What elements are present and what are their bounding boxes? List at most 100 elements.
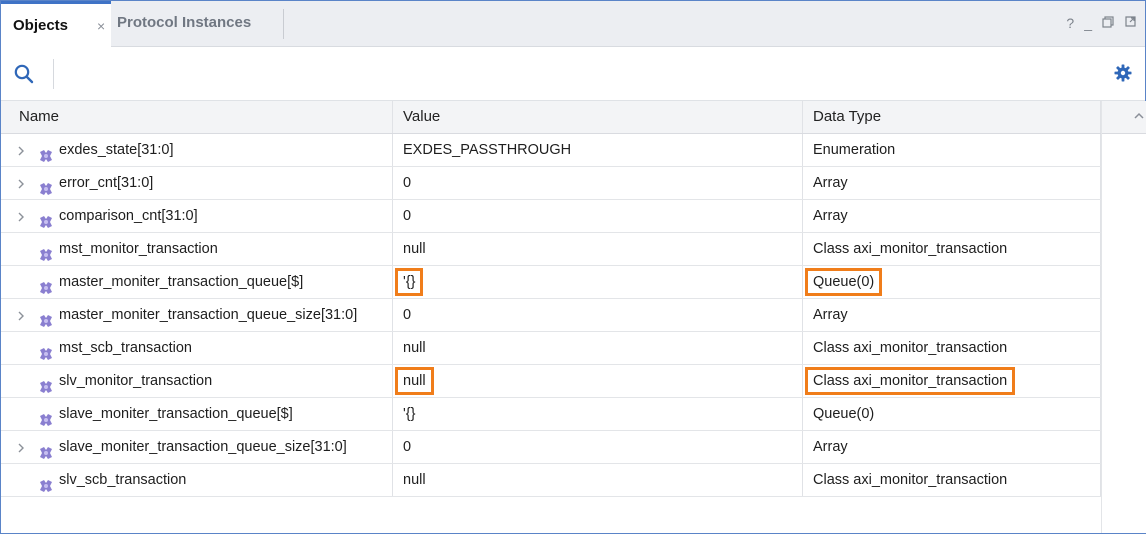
value-cell: 0 [393,299,803,331]
table-row[interactable]: slave_moniter_transaction_queue[$] '{} Que… [1,398,1101,431]
objects-table: Name Value Data Type exdes_state[31:0] EX… [1,101,1101,497]
chevron-right-icon[interactable] [17,299,25,331]
object-icon [39,176,53,195]
search-icon[interactable] [13,63,37,87]
value-cell: null [393,464,803,496]
data-type-cell: Array [803,167,1101,199]
table-row[interactable]: mst_scb_transaction null Class axi_monitor… [1,332,1101,365]
tab-divider [283,9,284,39]
data-type-cell: Array [803,200,1101,232]
table-row[interactable]: master_moniter_transaction_queue_size[31… [1,299,1101,332]
object-value: 0 [403,208,412,224]
object-data-type: Array [813,208,848,224]
object-value: 0 [403,439,412,455]
object-data-type: Array [813,175,848,191]
table-row[interactable]: master_moniter_transaction_queue[$] '{} Qu… [1,266,1101,299]
minimize-icon[interactable]: _ [1084,15,1092,31]
table-row[interactable]: mst_monitor_transaction null Class axi_mon… [1,233,1101,266]
value-cell: 0 [393,431,803,463]
object-name: comparison_cnt[31:0] [59,208,198,224]
object-name: master_moniter_transaction_queue_size[31… [59,307,358,323]
data-type-cell: Array [803,299,1101,331]
object-data-type: Queue(0) [813,406,875,422]
name-cell: slave_moniter_transaction_queue[$] [1,398,393,430]
chevron-right-icon[interactable] [17,167,25,199]
column-header-name[interactable]: Name [1,101,393,133]
object-icon [39,473,53,492]
chevron-right-icon[interactable] [17,431,25,463]
object-name: master_moniter_transaction_queue[$] [59,274,304,290]
name-cell: mst_scb_transaction [1,332,393,364]
object-value: '{} [403,406,416,422]
gear-icon[interactable] [1113,63,1135,85]
object-data-type: Enumeration [813,142,896,158]
object-data-type: Class axi_monitor_transaction [804,367,1016,395]
table-row[interactable]: slv_scb_transaction null Class axi_monitor… [1,464,1101,497]
object-icon [39,374,53,393]
toolbar-divider [53,59,54,89]
chevron-right-icon[interactable] [17,134,25,166]
object-value: EXDES_PASSTHROUGH [403,142,572,158]
table-row[interactable]: comparison_cnt[31:0] 0 Array [1,200,1101,233]
restore-icon[interactable] [1102,15,1114,31]
table-body: exdes_state[31:0] EXDES_PASSTHROUGH Enumer… [1,134,1101,497]
column-header-value[interactable]: Value [393,101,803,133]
value-cell: null [393,365,803,397]
close-icon[interactable]: × [97,18,105,34]
object-data-type: Class axi_monitor_transaction [813,472,1008,488]
object-value: '{} [394,268,424,296]
data-type-cell: Queue(0) [803,266,1101,298]
data-type-cell: Enumeration [803,134,1101,166]
value-cell: 0 [393,200,803,232]
object-icon [39,308,53,327]
object-icon [39,242,53,261]
table-row[interactable]: error_cnt[31:0] 0 Array [1,167,1101,200]
table-row[interactable]: exdes_state[31:0] EXDES_PASSTHROUGH Enumer… [1,134,1101,167]
toolbar [1,47,1145,101]
object-name: mst_monitor_transaction [59,241,218,257]
tab-bar: Objects × Protocol Instances ? _ [1,1,1145,47]
objects-window: Objects × Protocol Instances ? _ Name Va… [0,0,1146,534]
object-name: mst_scb_transaction [59,340,192,356]
name-cell: master_moniter_transaction_queue[$] [1,266,393,298]
name-cell: mst_monitor_transaction [1,233,393,265]
object-icon [39,209,53,228]
data-type-cell: Class axi_monitor_transaction [803,365,1101,397]
object-value: null [395,367,434,395]
table-header: Name Value Data Type [1,101,1101,134]
object-data-type: Queue(0) [804,268,883,296]
object-data-type: Array [813,439,848,455]
float-icon[interactable] [1124,15,1137,31]
object-name: slv_scb_transaction [59,472,187,488]
tab-objects[interactable]: Objects × [1,1,111,47]
value-cell: null [393,332,803,364]
object-value: null [403,340,426,356]
tab-protocol-instances[interactable]: Protocol Instances [117,14,251,31]
object-icon [39,143,53,162]
column-header-data-type[interactable]: Data Type [803,101,1101,133]
help-icon[interactable]: ? [1066,15,1074,31]
vertical-scrollbar[interactable] [1101,101,1146,533]
object-icon [39,440,53,459]
object-value: null [403,472,426,488]
scroll-up-icon[interactable] [1134,109,1144,123]
object-data-type: Class axi_monitor_transaction [813,340,1008,356]
table-row[interactable]: slv_monitor_transaction null Class axi_mon… [1,365,1101,398]
object-value: 0 [403,307,412,323]
name-cell: slave_moniter_transaction_queue_size[31:… [1,431,393,463]
table-row[interactable]: slave_moniter_transaction_queue_size[31:… [1,431,1101,464]
object-icon [39,341,53,360]
value-cell: '{} [393,398,803,430]
name-cell: master_moniter_transaction_queue_size[31… [1,299,393,331]
value-cell: EXDES_PASSTHROUGH [393,134,803,166]
object-icon [39,275,53,294]
data-type-cell: Queue(0) [803,398,1101,430]
tab-objects-label: Objects [13,17,69,34]
object-name: exdes_state[31:0] [59,142,174,158]
chevron-right-icon[interactable] [17,200,25,232]
object-value: 0 [403,175,412,191]
object-name: slave_moniter_transaction_queue[$] [59,406,293,422]
data-type-cell: Class axi_monitor_transaction [803,332,1101,364]
object-name: slave_moniter_transaction_queue_size[31:… [59,439,347,455]
object-name: slv_monitor_transaction [59,373,213,389]
